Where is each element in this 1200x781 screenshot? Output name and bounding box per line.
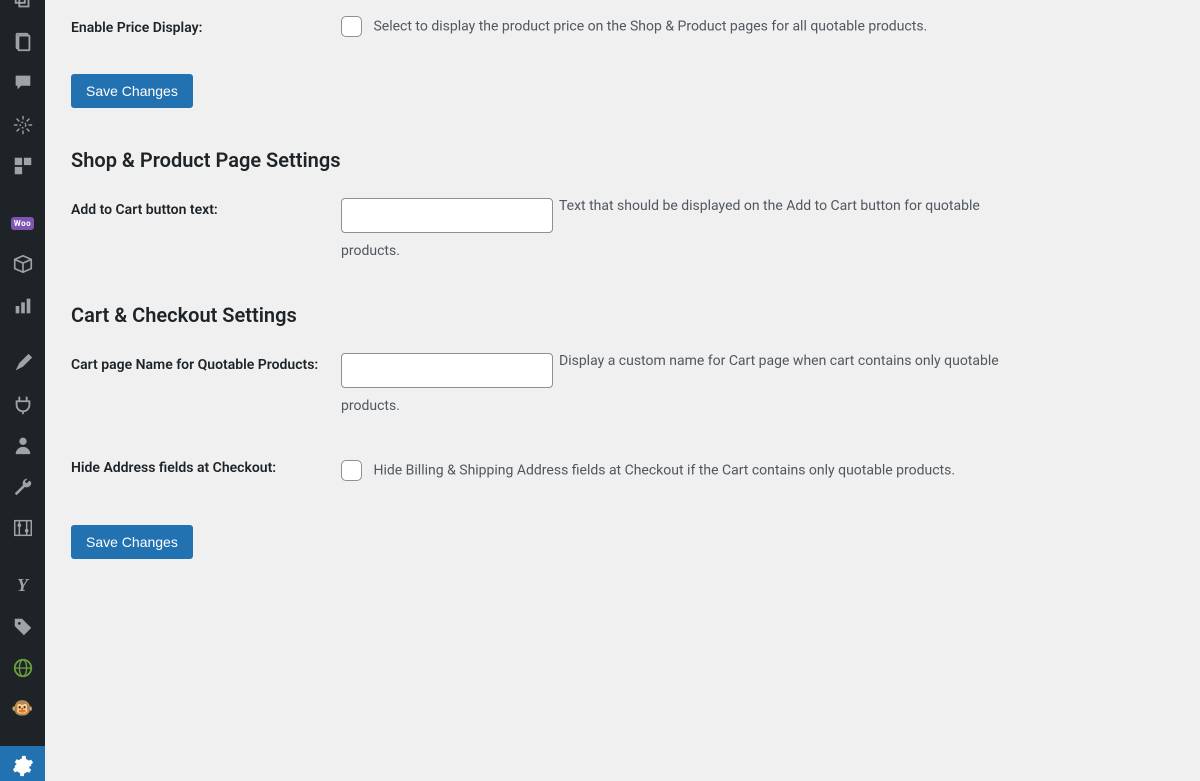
enable-price-checkbox[interactable] [341,16,362,37]
enable-price-label: Enable Price Display: [71,0,341,56]
shop-section-title: Shop & Product Page Settings [71,148,1174,172]
hide-address-checkbox[interactable] [341,460,362,481]
add-to-cart-description-inline: Text that should be displayed on the Add… [559,198,980,214]
pages-icon [12,31,34,53]
sidebar-item-yoast[interactable]: Y [0,565,45,606]
sidebar-item-settings[interactable] [0,746,45,781]
cart-page-name-input[interactable] [341,353,553,388]
cart-page-name-label: Cart page Name for Quotable Products: [71,337,341,430]
sidebar-item-settings-alt[interactable] [0,507,45,548]
sidebar-item-woocommerce[interactable]: Woo [0,202,45,243]
sidebar-item-users[interactable] [0,425,45,466]
save-button[interactable]: Save Changes [71,74,193,108]
chart-icon [12,295,34,317]
woo-badge-icon: Woo [11,217,34,230]
cart-section-title: Cart & Checkout Settings [71,303,1174,327]
add-to-cart-label: Add to Cart button text: [71,182,341,275]
sidebar-item-mailchimp[interactable]: 🐵 [0,689,45,730]
comment-icon [12,72,34,94]
yoast-icon: Y [12,574,34,596]
brush-icon [12,352,34,374]
hide-address-description: Hide Billing & Shipping Address fields a… [373,463,955,479]
sparkle-icon [12,114,34,136]
globe-icon [12,657,34,679]
settings-content: Enable Price Display: Select to display … [45,0,1200,781]
sliders-icon [12,517,34,539]
sidebar-item-media[interactable] [0,0,45,21]
settings-table-cart: Cart page Name for Quotable Products: Di… [71,337,1174,497]
sidebar-item-blocks[interactable] [0,145,45,186]
admin-sidebar: Woo Y 🐵 [0,0,45,781]
settings-table-general: Enable Price Display: Select to display … [71,0,1174,56]
gear-icon [12,755,34,777]
user-icon [12,434,34,456]
add-to-cart-description-below: products. [341,243,1164,259]
sidebar-item-products[interactable] [0,244,45,285]
sidebar-item-globe[interactable] [0,647,45,688]
media-icon [12,0,34,12]
sidebar-item-pages[interactable] [0,21,45,62]
sidebar-item-learndash[interactable] [0,104,45,145]
sidebar-item-plugins[interactable] [0,383,45,424]
wrench-icon [12,476,34,498]
enable-price-description: Select to display the product price on t… [373,19,927,35]
box-icon [12,253,34,275]
settings-table-shop: Add to Cart button text: Text that shoul… [71,182,1174,275]
cart-page-name-description-inline: Display a custom name for Cart page when… [559,353,999,369]
hide-address-label: Hide Address fields at Checkout: [71,430,341,497]
plug-icon [12,393,34,415]
sidebar-item-tag[interactable] [0,606,45,647]
cart-page-name-description-below: products. [341,398,1164,414]
monkey-icon: 🐵 [11,700,33,718]
add-to-cart-text-input[interactable] [341,198,553,233]
blocks-icon [12,155,34,177]
tag-icon [12,616,34,638]
sidebar-item-comments[interactable] [0,63,45,104]
sidebar-item-analytics[interactable] [0,285,45,326]
sidebar-item-appearance[interactable] [0,342,45,383]
save-button-bottom[interactable]: Save Changes [71,525,193,559]
sidebar-item-tools[interactable] [0,466,45,507]
